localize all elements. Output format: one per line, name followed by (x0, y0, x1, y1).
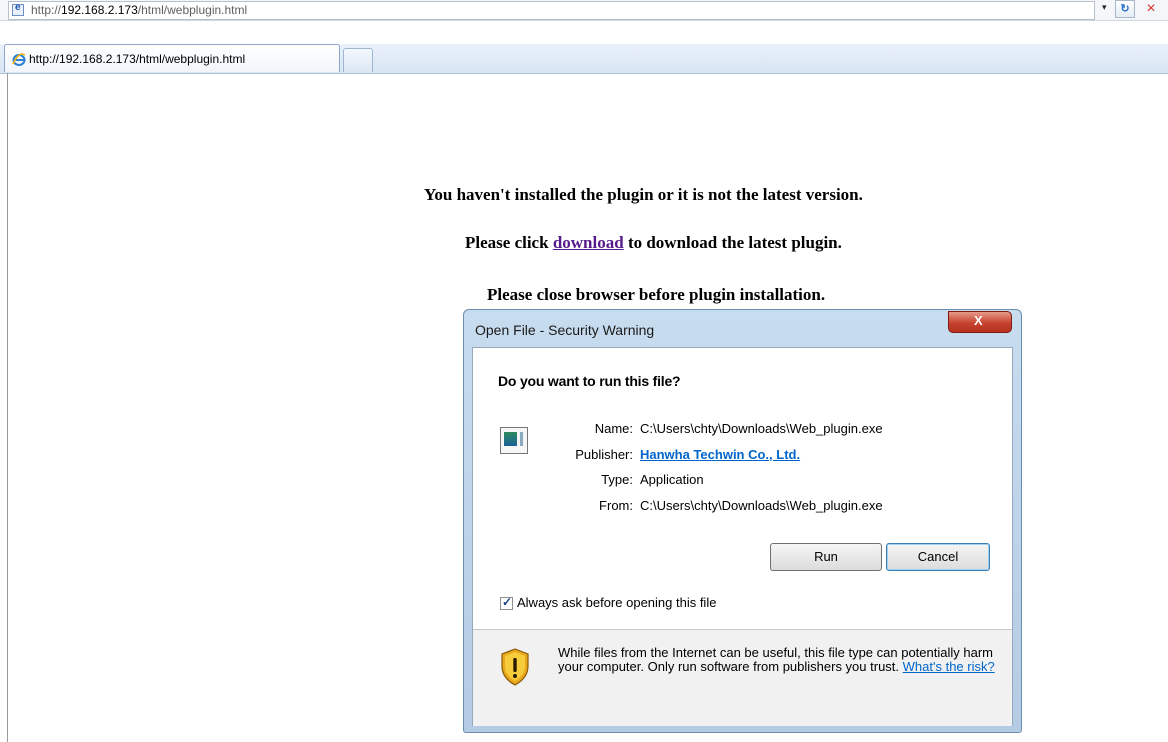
type-label: Type: (601, 472, 633, 487)
always-ask-label[interactable]: Always ask before opening this file (517, 595, 716, 610)
security-warning-dialog: Open File - Security Warning Do you want… (463, 309, 1022, 733)
from-label: From: (599, 498, 633, 513)
address-dropdown-icon[interactable]: ▾ (1102, 2, 1107, 13)
warning-panel: While files from the Internet can be use… (473, 629, 1012, 726)
from-value: C:\Users\chty\Downloads\Web_plugin.exe (640, 498, 883, 513)
dialog-body: Do you want to run this file? Name: C:\U… (472, 347, 1013, 726)
warning-shield-icon (501, 648, 529, 686)
tab-webplugin[interactable]: http://192.168.2.173/html/webplugin.html (4, 44, 340, 72)
publisher-label: Publisher: (575, 447, 633, 462)
type-value: Application (640, 472, 704, 487)
executable-file-icon (500, 427, 528, 454)
publisher-value: Hanwha Techwin Co., Ltd. (640, 447, 800, 462)
name-label: Name: (594, 421, 633, 436)
publisher-link[interactable]: Hanwha Techwin Co., Ltd. (640, 447, 800, 462)
dialog-title: Open File - Security Warning (475, 322, 655, 338)
new-tab-button[interactable] (343, 48, 373, 72)
run-button[interactable]: Run (770, 543, 882, 571)
address-url[interactable]: http://192.168.2.173/html/webplugin.html (31, 3, 247, 17)
address-field[interactable]: http://192.168.2.173/html/webplugin.html (8, 1, 1095, 20)
cancel-button[interactable]: Cancel (886, 543, 990, 571)
refresh-icon[interactable]: ↻ (1115, 0, 1135, 18)
close-icon[interactable] (948, 311, 1012, 333)
ie-page-icon (12, 2, 24, 16)
download-instruction: Please click download to download the la… (465, 233, 842, 252)
close-browser-message: Please close browser before plugin insta… (487, 285, 826, 304)
ie-logo-icon (12, 53, 26, 66)
plugin-missing-message: You haven't installed the plugin or it i… (424, 185, 863, 204)
whats-the-risk-link[interactable]: What's the risk? (903, 659, 995, 674)
address-bar: http://192.168.2.173/html/webplugin.html… (0, 0, 1168, 21)
tab-label: http://192.168.2.173/html/webplugin.html (29, 52, 246, 66)
stop-icon[interactable]: × (1140, 0, 1162, 18)
dialog-question: Do you want to run this file? (498, 373, 681, 389)
always-ask-checkbox[interactable] (500, 595, 513, 610)
download-link[interactable]: download (553, 233, 624, 252)
warning-text: While files from the Internet can be use… (558, 645, 995, 674)
name-value: C:\Users\chty\Downloads\Web_plugin.exe (640, 421, 883, 436)
content-border (7, 73, 8, 742)
